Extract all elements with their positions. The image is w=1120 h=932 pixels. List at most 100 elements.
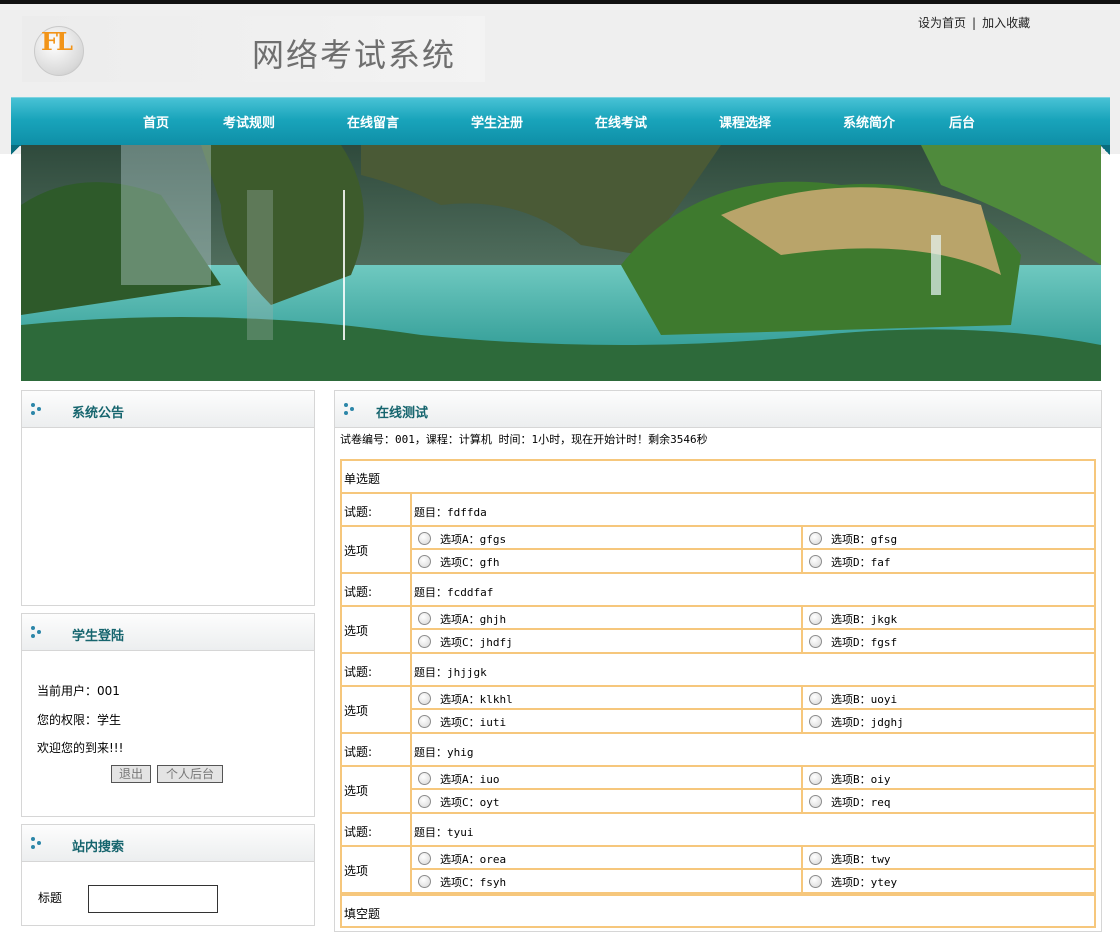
nav-online-exam[interactable]: 在线考试 — [595, 112, 647, 131]
option-d-label: 选项D：fgsf — [831, 636, 898, 649]
option-a-radio[interactable] — [418, 532, 431, 545]
option-b-radio[interactable] — [809, 852, 822, 865]
divider — [410, 574, 412, 605]
question-text: 题目：jhjjgk — [414, 666, 487, 679]
nav-admin[interactable]: 后台 — [949, 112, 975, 131]
online-test-header: 在线测试 — [335, 391, 1101, 428]
nav-fold-left — [11, 145, 21, 155]
option-a: 选项A：orea — [418, 851, 506, 867]
section-single-choice: 单选题 — [344, 472, 381, 486]
divider — [410, 494, 412, 525]
option-b-radio[interactable] — [809, 532, 822, 545]
bullet-dots-icon — [344, 402, 358, 416]
options-row: 选项 选项A：klkhl 选项B：uoyi 选项C：iuti 选项D：jdghj — [342, 687, 1094, 734]
section-row: 填空题 — [342, 894, 1094, 928]
current-user-text: 当前用户：001 — [37, 684, 120, 698]
option-c: 选项C：fsyh — [418, 874, 506, 890]
divider — [410, 708, 1094, 710]
option-a-radio[interactable] — [418, 692, 431, 705]
question-label: 试题: — [344, 745, 373, 759]
option-c-radio[interactable] — [418, 715, 431, 728]
option-label: 选项 — [344, 544, 369, 558]
announcement-header: 系统公告 — [22, 391, 314, 428]
option-d-radio[interactable] — [809, 715, 822, 728]
option-d-radio[interactable] — [809, 635, 822, 648]
option-b-radio[interactable] — [809, 772, 822, 785]
question-label: 试题: — [344, 825, 373, 839]
option-b-label: 选项B：jkgk — [831, 613, 898, 626]
option-c-radio[interactable] — [418, 875, 431, 888]
options-row: 选项 选项A：iuo 选项B：oiy 选项C：oyt 选项D：req — [342, 767, 1094, 814]
option-d: 选项D：faf — [809, 554, 891, 570]
nav-message[interactable]: 在线留言 — [347, 112, 399, 131]
nav-fold-right — [1100, 145, 1110, 155]
welcome-text: 欢迎您的到来!!! — [37, 741, 124, 755]
banner-image — [21, 145, 1101, 381]
option-d-radio[interactable] — [809, 875, 822, 888]
option-b: 选项B：uoyi — [809, 691, 897, 707]
option-a-label: 选项A：klkhl — [440, 693, 513, 706]
nav-system-intro[interactable]: 系统简介 — [843, 112, 895, 131]
login-panel: 学生登陆 当前用户：001 您的权限：学生 欢迎您的到来!!! 退出 个人后台 — [21, 613, 315, 817]
option-d: 选项D：fgsf — [809, 634, 897, 650]
option-c-label: 选项C：fsyh — [440, 876, 507, 889]
announcement-title: 系统公告 — [72, 406, 125, 421]
question-row: 试题: 题目：yhig — [342, 734, 1094, 767]
option-c-label: 选项C：oyt — [440, 796, 500, 809]
search-title: 站内搜索 — [72, 840, 125, 855]
option-a: 选项A：klkhl — [418, 691, 513, 707]
option-a-label: 选项A：iuo — [440, 773, 500, 786]
bullet-dots-icon — [31, 836, 45, 850]
add-favorite-link[interactable]: 加入收藏 — [982, 16, 1030, 30]
option-label: 选项 — [344, 864, 369, 878]
option-c-radio[interactable] — [418, 795, 431, 808]
question-label: 试题: — [344, 665, 373, 679]
logout-button[interactable]: 退出 — [111, 765, 151, 783]
option-a-radio[interactable] — [418, 852, 431, 865]
option-d-label: 选项D：jdghj — [831, 716, 904, 729]
option-c-radio[interactable] — [418, 635, 431, 648]
question-row: 试题: 题目：fcddfaf — [342, 574, 1094, 607]
link-separator: | — [972, 16, 977, 30]
option-b: 选项B：jkgk — [809, 611, 897, 627]
option-d-radio[interactable] — [809, 795, 822, 808]
online-test-title: 在线测试 — [376, 406, 429, 421]
option-label: 选项 — [344, 624, 369, 638]
nav-course-select[interactable]: 课程选择 — [719, 112, 771, 131]
option-b-radio[interactable] — [809, 612, 822, 625]
nav-exam-rules[interactable]: 考试规则 — [223, 112, 275, 131]
option-b-radio[interactable] — [809, 692, 822, 705]
option-c-label: 选项C：iuti — [440, 716, 507, 729]
set-homepage-link[interactable]: 设为首页 — [918, 16, 966, 30]
divider — [410, 628, 1094, 630]
logo-text: FL — [41, 27, 73, 56]
site-title: 网络考试系统 — [252, 36, 457, 74]
nav-home[interactable]: 首页 — [143, 112, 169, 131]
question-text: 题目：fdffda — [414, 506, 487, 519]
top-links: 设为首页 | 加入收藏 — [918, 14, 1030, 31]
option-label: 选项 — [344, 704, 369, 718]
landscape-banner — [21, 145, 1101, 381]
option-c-radio[interactable] — [418, 555, 431, 568]
option-d: 选项D：jdghj — [809, 714, 904, 730]
section-row: 单选题 — [342, 461, 1094, 494]
bullet-dots-icon — [31, 625, 45, 639]
personal-backend-button[interactable]: 个人后台 — [157, 765, 223, 783]
option-a-radio[interactable] — [418, 772, 431, 785]
option-c-label: 选项C：gfh — [440, 556, 500, 569]
option-d-radio[interactable] — [809, 555, 822, 568]
option-d: 选项D：req — [809, 794, 891, 810]
section-fill-blank: 填空题 — [344, 907, 381, 921]
option-d-label: 选项D：ytey — [831, 876, 898, 889]
nav-register[interactable]: 学生注册 — [471, 112, 523, 131]
option-b-label: 选项B：uoyi — [831, 693, 898, 706]
question-row: 试题: 题目：jhjjgk — [342, 654, 1094, 687]
options-row: 选项 选项A：gfgs 选项B：gfsg 选项C：gfh 选项D：faf — [342, 527, 1094, 574]
option-c: 选项C：oyt — [418, 794, 500, 810]
divider — [410, 548, 1094, 550]
login-header: 学生登陆 — [22, 614, 314, 651]
option-d-label: 选项D：faf — [831, 556, 891, 569]
search-header: 站内搜索 — [22, 825, 314, 862]
option-a-radio[interactable] — [418, 612, 431, 625]
permission-text: 您的权限：学生 — [37, 713, 122, 727]
